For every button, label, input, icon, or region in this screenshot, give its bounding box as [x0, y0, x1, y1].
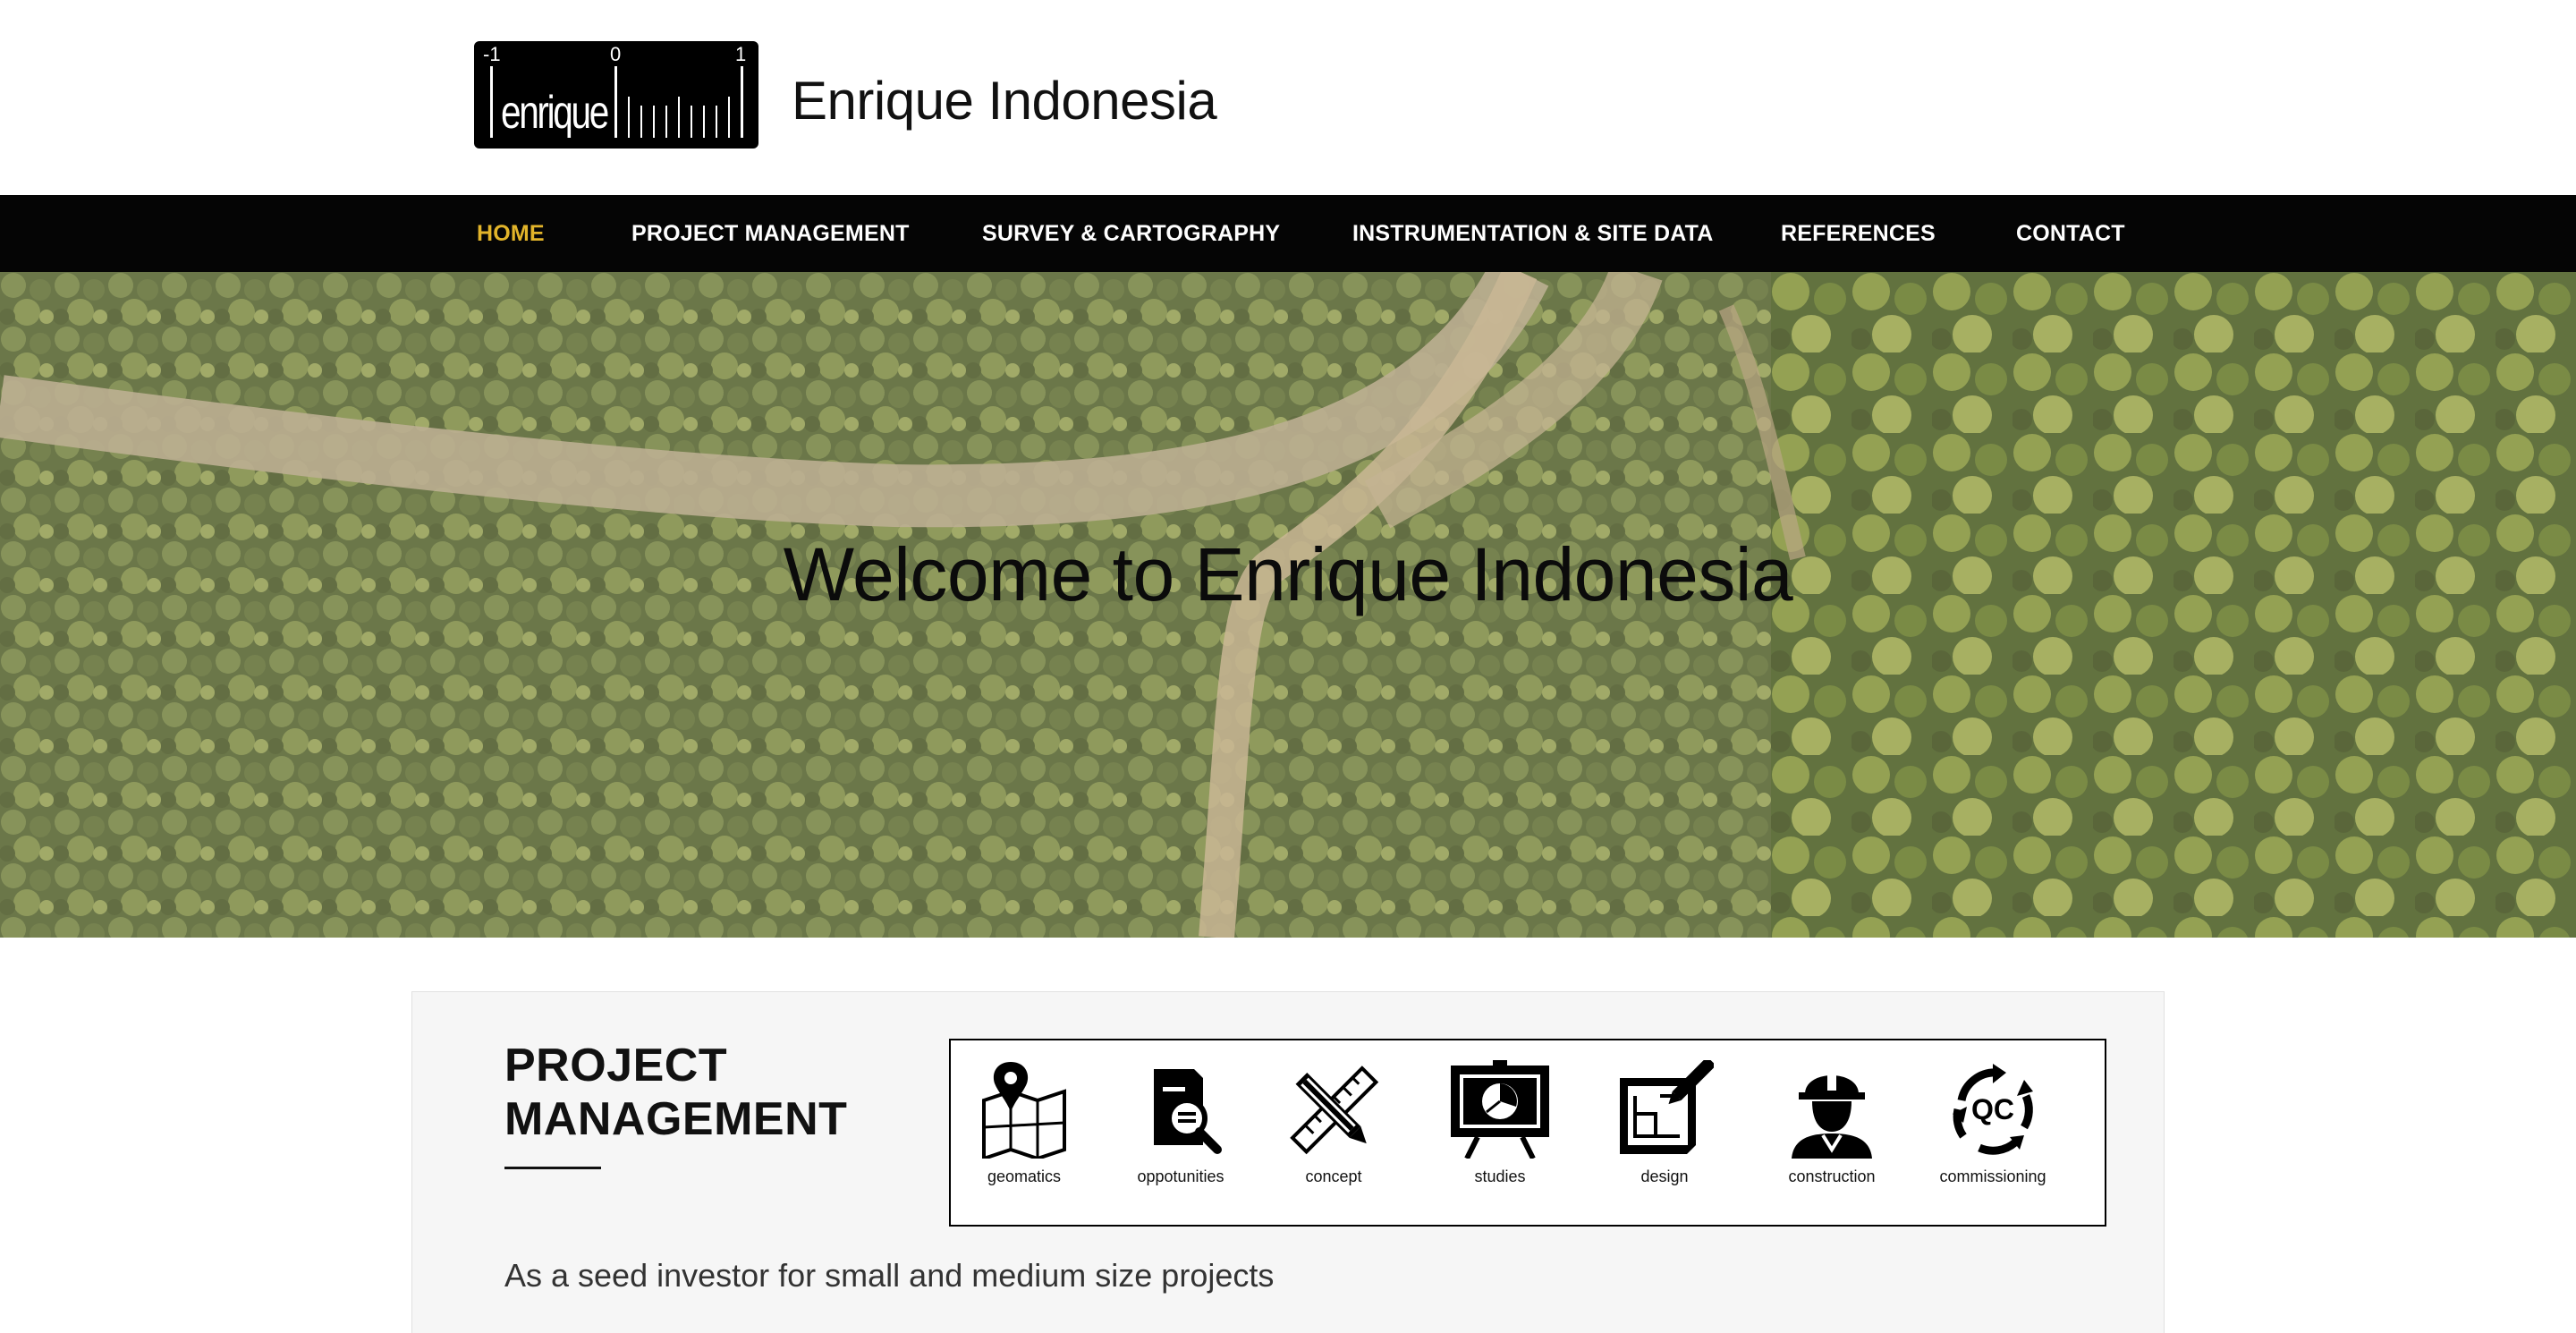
presentation-board-icon	[1451, 1060, 1549, 1159]
qc-cycle-icon: QC	[1953, 1064, 2033, 1155]
phase-design[interactable]: design	[1602, 1060, 1727, 1212]
hero-title: Welcome to Enrique Indonesia	[783, 532, 1793, 616]
nav-item-instrumentation[interactable]: INSTRUMENTATION & SITE DATA	[1352, 195, 1714, 272]
site-header: -1 0 1 enrique Enrique Indonesia	[0, 0, 2576, 195]
hardhat-worker-icon	[1792, 1071, 1872, 1159]
phase-label: studies	[1474, 1167, 1526, 1185]
phase-commissioning[interactable]: QC commissioning	[1930, 1060, 2055, 1212]
document-search-icon	[1154, 1069, 1222, 1154]
hero-banner: Welcome to Enrique Indonesia	[0, 272, 2576, 938]
phase-label: concept	[1305, 1167, 1362, 1185]
phases-panel: geomatics oppotunities concept studies d…	[949, 1039, 2106, 1227]
logo-tick-label: 1	[735, 43, 747, 65]
nav-item-survey-cartography[interactable]: SURVEY & CARTOGRAPHY	[982, 195, 1280, 272]
phase-label: design	[1640, 1167, 1689, 1185]
project-management-section: PROJECT MANAGEMENT geomatics oppotunitie…	[411, 991, 2165, 1333]
logo-wordmark: enrique	[501, 87, 609, 139]
nav-item-contact[interactable]: CONTACT	[2016, 195, 2125, 272]
site-logo[interactable]: -1 0 1 enrique	[474, 41, 758, 149]
section-title: PROJECT MANAGEMENT	[504, 1039, 862, 1146]
phase-label: construction	[1788, 1167, 1876, 1185]
phase-studies[interactable]: studies	[1437, 1060, 1563, 1212]
main-nav: HOME PROJECT MANAGEMENT SURVEY & CARTOGR…	[0, 195, 2576, 272]
blueprint-pencil-icon	[1620, 1060, 1714, 1154]
nav-item-home[interactable]: HOME	[477, 195, 545, 272]
nav-item-references[interactable]: REFERENCES	[1781, 195, 1936, 272]
phase-geomatics[interactable]: geomatics	[962, 1060, 1087, 1212]
logo-tick-label: 0	[610, 43, 622, 65]
title-divider	[504, 1167, 601, 1169]
phase-label: geomatics	[987, 1167, 1062, 1185]
pencil-ruler-icon	[1290, 1066, 1379, 1155]
phase-concept[interactable]: concept	[1271, 1060, 1396, 1212]
section-title-line: MANAGEMENT	[504, 1093, 848, 1145]
site-title[interactable]: Enrique Indonesia	[792, 70, 1217, 132]
nav-item-project-management[interactable]: PROJECT MANAGEMENT	[631, 195, 910, 272]
svg-text:QC: QC	[1971, 1093, 2014, 1125]
map-pin-icon	[982, 1062, 1066, 1159]
phase-construction[interactable]: construction	[1769, 1060, 1894, 1212]
logo-tick-label: -1	[483, 43, 501, 65]
phase-label: oppotunities	[1137, 1167, 1224, 1185]
phase-label: commissioning	[1939, 1167, 2046, 1185]
phase-oppotunities[interactable]: oppotunities	[1118, 1060, 1243, 1212]
section-intro-text: As a seed investor for small and medium …	[504, 1257, 1275, 1294]
section-title-line: PROJECT	[504, 1040, 728, 1091]
